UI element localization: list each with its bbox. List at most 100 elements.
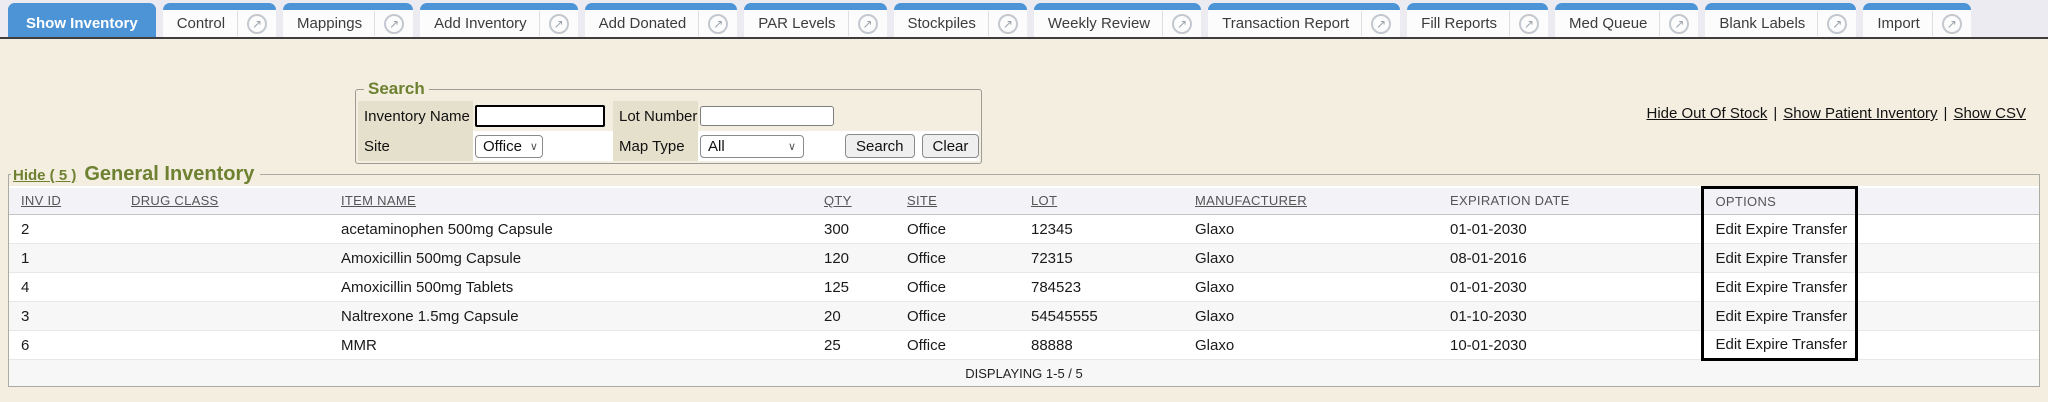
transfer-action[interactable]: Transfer: [1792, 221, 1847, 238]
tab-weekly-review[interactable]: Weekly Review↗: [1034, 3, 1201, 37]
transfer-action[interactable]: Transfer: [1792, 336, 1847, 353]
column-header-label: QTY: [824, 193, 852, 208]
open-in-new-icon[interactable]: ↗: [1361, 11, 1400, 36]
tab-transaction-report[interactable]: Transaction Report↗: [1208, 3, 1400, 37]
column-header-expiration_date: EXPIRATION DATE: [1438, 188, 1702, 215]
site-select[interactable]: Office ∨: [475, 135, 543, 158]
cell-manufacturer: Glaxo: [1183, 244, 1438, 273]
tab-fill-reports[interactable]: Fill Reports ↗: [1407, 3, 1548, 37]
tab-add-donated[interactable]: Add Donated↗: [585, 3, 738, 37]
column-header-inv_id[interactable]: INV ID: [9, 188, 119, 215]
map-type-cell: All ∨: [698, 131, 838, 161]
expire-action[interactable]: Expire: [1746, 221, 1789, 238]
column-header-qty[interactable]: QTY: [812, 188, 895, 215]
open-in-new-icon: ↗: [247, 14, 267, 34]
transfer-action[interactable]: Transfer: [1792, 308, 1847, 325]
column-header-lot[interactable]: LOT: [1019, 188, 1183, 215]
page-title: General Inventory: [84, 163, 254, 186]
open-in-new-icon[interactable]: ↗: [1162, 11, 1201, 36]
open-in-new-icon[interactable]: ↗: [1932, 11, 1971, 36]
column-header-label: ITEM NAME: [341, 193, 416, 208]
tab-add-inventory[interactable]: Add Inventory↗: [420, 3, 578, 37]
tab-blank-labels[interactable]: Blank Labels↗: [1705, 3, 1856, 37]
cell-spacer: [1856, 302, 2039, 331]
open-in-new-icon[interactable]: ↗: [237, 11, 276, 36]
edit-action[interactable]: Edit: [1716, 336, 1742, 353]
tab-label: Mappings: [283, 10, 374, 37]
column-header-drug_class[interactable]: DRUG CLASS: [119, 188, 329, 215]
open-in-new-icon: ↗: [549, 14, 569, 34]
cell-options: Edit Expire Transfer: [1702, 215, 1856, 244]
transfer-action[interactable]: Transfer: [1792, 279, 1847, 296]
cell-spacer: [1856, 273, 2039, 302]
expire-action[interactable]: Expire: [1746, 336, 1789, 353]
cell-manufacturer: Glaxo: [1183, 302, 1438, 331]
open-in-new-icon[interactable]: ↗: [988, 11, 1027, 36]
tab-label: Import: [1863, 10, 1932, 37]
tab-stockpiles[interactable]: Stockpiles↗: [894, 3, 1027, 37]
column-header-item_name[interactable]: ITEM NAME: [329, 188, 812, 215]
edit-action[interactable]: Edit: [1716, 279, 1742, 296]
tab-import[interactable]: Import↗: [1863, 3, 1971, 37]
transfer-action[interactable]: Transfer: [1792, 250, 1847, 267]
inventory-table-foot: DISPLAYING 1-5 / 5: [9, 360, 2039, 386]
open-in-new-icon[interactable]: ↗: [848, 11, 887, 36]
cell-spacer: [1856, 331, 2039, 360]
inventory-name-cell: [473, 101, 613, 131]
tab-control[interactable]: Control↗: [163, 3, 276, 37]
dropdown-chevron-icon: ∨: [788, 140, 796, 153]
cell-inv_id: 2: [9, 215, 119, 244]
cell-qty: 25: [812, 331, 895, 360]
expire-action[interactable]: Expire: [1746, 279, 1789, 296]
inventory-table-head: INV IDDRUG CLASS ITEM NAME QTY SITELOT MANUF…: [9, 188, 2039, 215]
tab-label: Fill Reports: [1407, 10, 1509, 37]
tab-label: Add Donated: [585, 10, 699, 37]
cell-qty: 300: [812, 215, 895, 244]
open-in-new-icon[interactable]: ↗: [698, 11, 737, 36]
column-header-site[interactable]: SITE: [895, 188, 1019, 215]
search-button[interactable]: Search: [845, 134, 915, 158]
open-in-new-icon[interactable]: ↗: [1817, 11, 1856, 36]
column-header-manufacturer[interactable]: MANUFACTURER: [1183, 188, 1438, 215]
inventory-name-label: Inventory Name: [358, 101, 473, 131]
clear-button[interactable]: Clear: [922, 134, 980, 158]
expire-action[interactable]: Expire: [1746, 250, 1789, 267]
cell-spacer: [1856, 215, 2039, 244]
open-in-new-icon: ↗: [1519, 14, 1539, 34]
open-in-new-icon: ↗: [384, 14, 404, 34]
expire-action[interactable]: Expire: [1746, 308, 1789, 325]
open-in-new-icon[interactable]: ↗: [1659, 11, 1698, 36]
cell-drug_class: [119, 273, 329, 302]
show-patient-inventory-link[interactable]: Show Patient Inventory: [1783, 105, 1937, 122]
open-in-new-icon[interactable]: ↗: [1509, 11, 1548, 36]
map-type-select[interactable]: All ∨: [700, 135, 804, 158]
table-row: 2acetaminophen 500mg Capsule300Office123…: [9, 215, 2039, 244]
map-type-label: Map Type: [613, 131, 698, 161]
open-in-new-icon: ↗: [1172, 14, 1192, 34]
hide-link[interactable]: Hide ( 5 ): [13, 167, 76, 184]
cell-inv_id: 6: [9, 331, 119, 360]
cell-site: Office: [895, 302, 1019, 331]
tab-show-inventory[interactable]: Show Inventory: [8, 3, 156, 37]
open-in-new-icon[interactable]: ↗: [539, 11, 578, 36]
cell-options: Edit Expire Transfer: [1702, 302, 1856, 331]
cell-drug_class: [119, 302, 329, 331]
edit-action[interactable]: Edit: [1716, 250, 1742, 267]
inventory-name-input[interactable]: [475, 105, 605, 127]
cell-manufacturer: Glaxo: [1183, 215, 1438, 244]
edit-action[interactable]: Edit: [1716, 221, 1742, 238]
open-in-new-icon: ↗: [1371, 14, 1391, 34]
open-in-new-icon[interactable]: ↗: [374, 11, 413, 36]
show-csv-link[interactable]: Show CSV: [1953, 105, 2026, 122]
cell-spacer: [1856, 244, 2039, 273]
hide-out-of-stock-link[interactable]: Hide Out Of Stock: [1646, 105, 1767, 122]
search-row1-spacer: [838, 101, 979, 131]
column-header-label: MANUFACTURER: [1195, 193, 1307, 208]
tab-med-queue[interactable]: Med Queue↗: [1555, 3, 1698, 37]
tab-par-levels[interactable]: PAR Levels↗: [744, 3, 886, 37]
edit-action[interactable]: Edit: [1716, 308, 1742, 325]
tab-label: Med Queue: [1555, 10, 1659, 37]
lot-number-input[interactable]: [700, 106, 834, 126]
tab-mappings[interactable]: Mappings ↗: [283, 3, 413, 37]
cell-manufacturer: Glaxo: [1183, 331, 1438, 360]
